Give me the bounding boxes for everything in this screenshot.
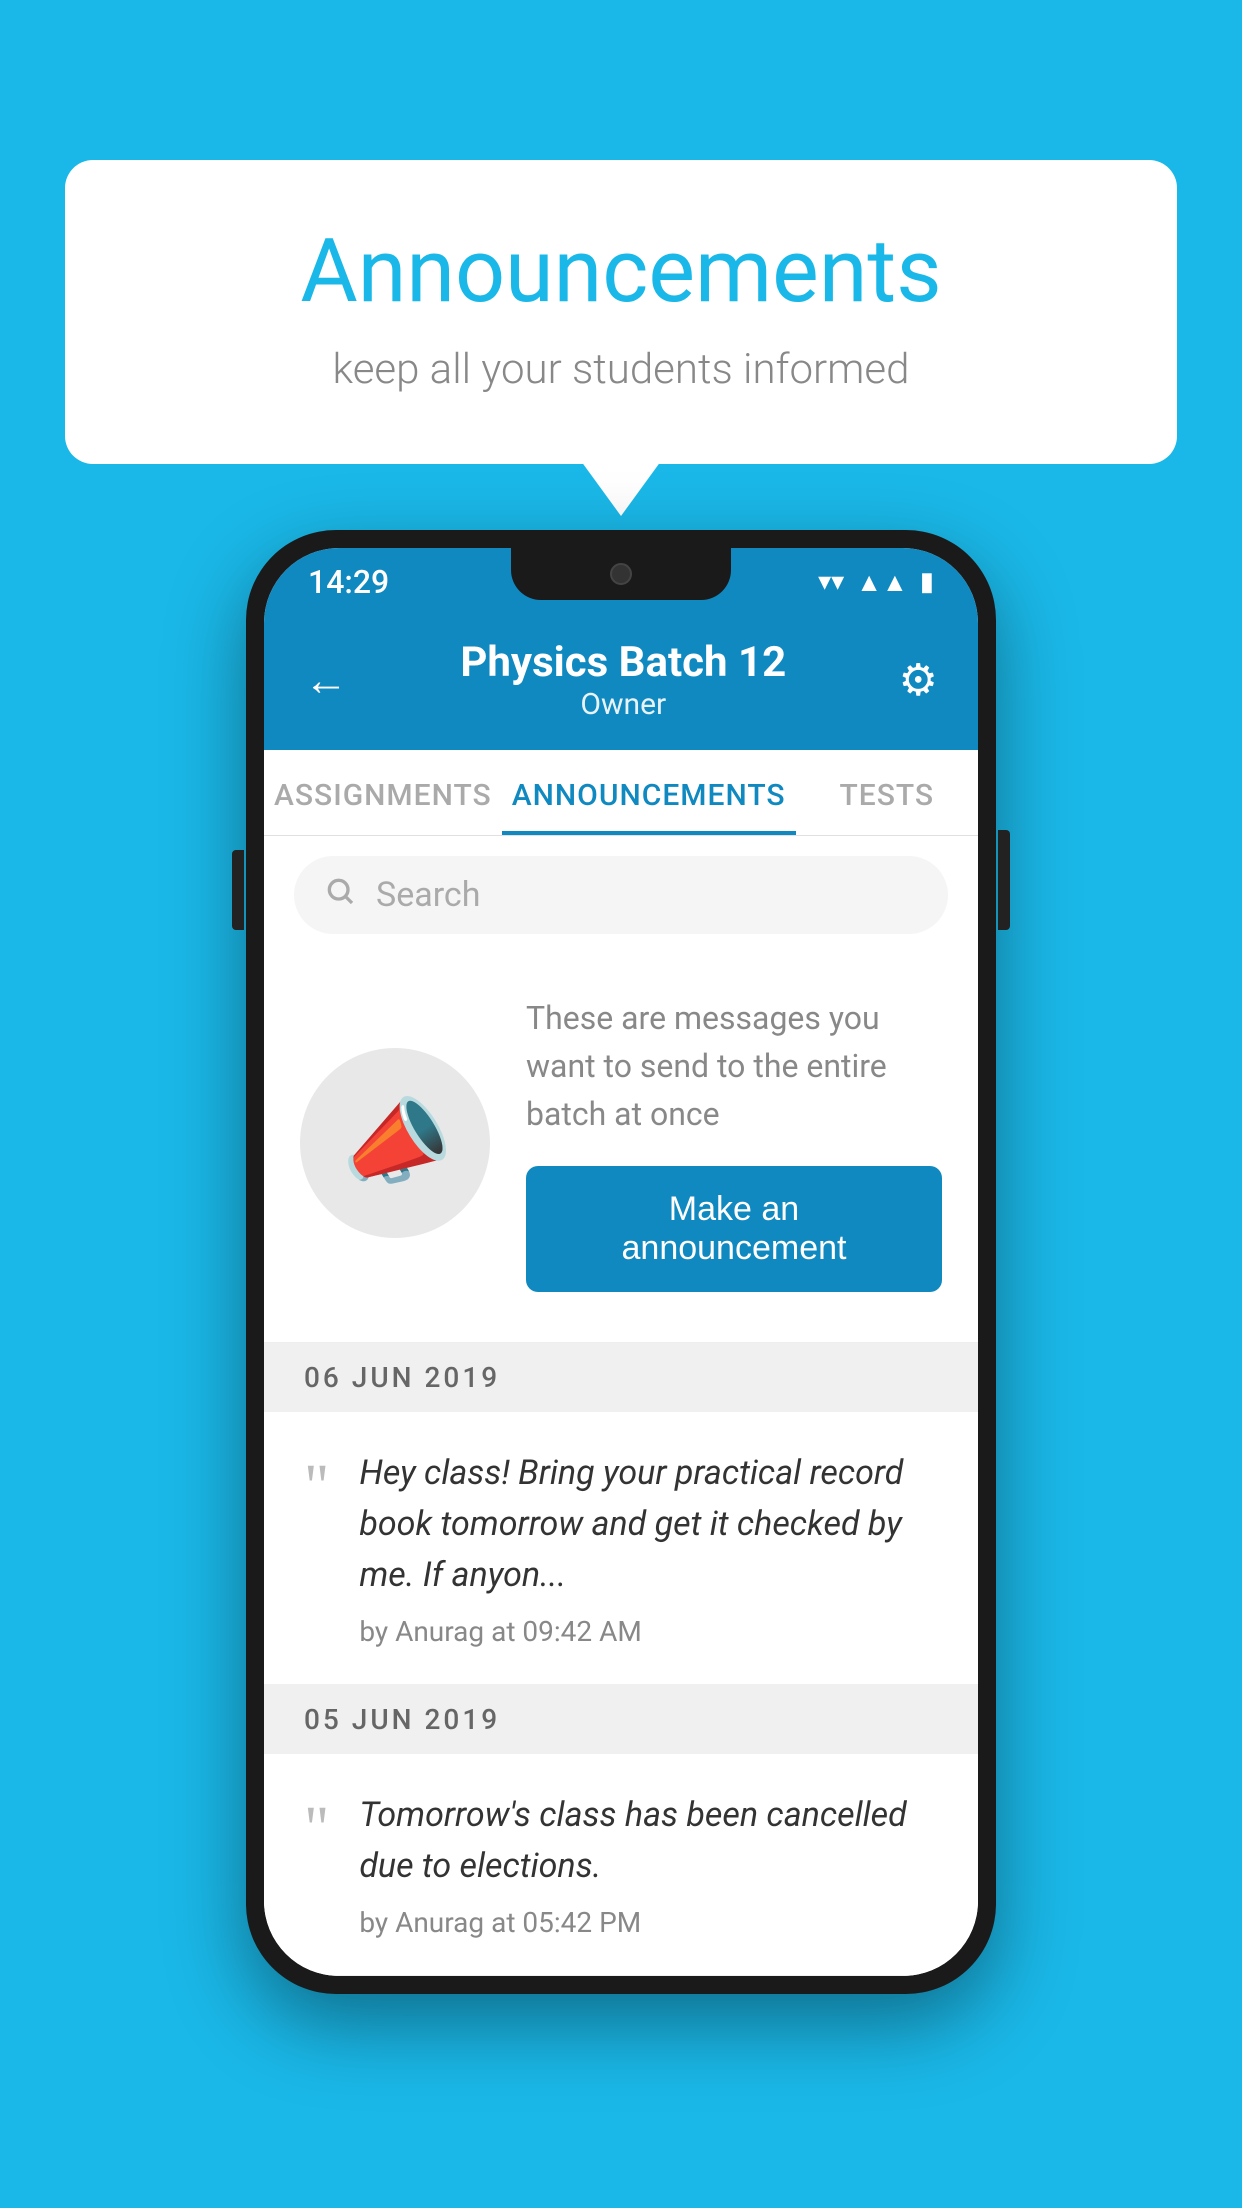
search-input-wrapper[interactable]: Search <box>294 856 948 934</box>
status-time: 14:29 <box>308 563 389 601</box>
announcement-text-2: Tomorrow's class has been cancelled due … <box>359 1790 938 1892</box>
announcement-meta-1: by Anurag at 09:42 AM <box>359 1615 938 1648</box>
batch-role: Owner <box>348 687 899 722</box>
announcement-meta-2: by Anurag at 05:42 PM <box>359 1906 938 1939</box>
bubble-title: Announcements <box>145 220 1097 323</box>
promo-section: 📣 These are messages you want to send to… <box>264 954 978 1343</box>
announcement-item-1[interactable]: " Hey class! Bring your practical record… <box>264 1412 978 1685</box>
battery-icon: ▮ <box>920 567 934 597</box>
status-icons: ▾▾ ▲▲ ▮ <box>818 567 934 598</box>
settings-button[interactable]: ⚙ <box>899 654 938 706</box>
bubble-subtitle: keep all your students informed <box>145 345 1097 394</box>
make-announcement-button[interactable]: Make an announcement <box>526 1166 942 1292</box>
announcement-text-1: Hey class! Bring your practical record b… <box>359 1448 938 1601</box>
phone-screen: 14:29 ▾▾ ▲▲ ▮ ← Physics Batch 12 Owner ⚙ <box>264 548 978 1976</box>
date-separator-1: 06 JUN 2019 <box>264 1343 978 1412</box>
promo-icon-circle: 📣 <box>300 1048 490 1238</box>
announcement-content-2: Tomorrow's class has been cancelled due … <box>359 1790 938 1939</box>
tabs-bar: ASSIGNMENTS ANNOUNCEMENTS TESTS <box>264 750 978 836</box>
wifi-icon: ▾▾ <box>818 567 844 597</box>
quote-icon-2: " <box>304 1798 329 1860</box>
speech-bubble-wrapper: Announcements keep all your students inf… <box>65 160 1177 464</box>
header-center: Physics Batch 12 Owner <box>348 638 899 722</box>
date-separator-2: 05 JUN 2019 <box>264 1685 978 1754</box>
megaphone-icon: 📣 <box>331 1082 460 1205</box>
announcement-content-1: Hey class! Bring your practical record b… <box>359 1448 938 1648</box>
search-bar: Search <box>264 836 978 954</box>
notch <box>511 548 731 600</box>
announcement-item-2[interactable]: " Tomorrow's class has been cancelled du… <box>264 1754 978 1976</box>
tab-announcements[interactable]: ANNOUNCEMENTS <box>502 750 796 835</box>
search-icon <box>324 874 356 916</box>
back-button[interactable]: ← <box>304 654 348 706</box>
camera <box>610 563 632 585</box>
speech-bubble: Announcements keep all your students inf… <box>65 160 1177 464</box>
tab-assignments[interactable]: ASSIGNMENTS <box>264 750 502 835</box>
promo-right: These are messages you want to send to t… <box>526 994 942 1292</box>
quote-icon-1: " <box>304 1456 329 1518</box>
app-header: ← Physics Batch 12 Owner ⚙ <box>264 616 978 750</box>
batch-title: Physics Batch 12 <box>348 638 899 687</box>
search-placeholder-text: Search <box>376 875 480 915</box>
phone-outer: 14:29 ▾▾ ▲▲ ▮ ← Physics Batch 12 Owner ⚙ <box>246 530 996 1994</box>
signal-icon: ▲▲ <box>856 567 907 598</box>
phone-wrapper: 14:29 ▾▾ ▲▲ ▮ ← Physics Batch 12 Owner ⚙ <box>246 530 996 1994</box>
tab-tests[interactable]: TESTS <box>796 750 978 835</box>
promo-description: These are messages you want to send to t… <box>526 994 942 1138</box>
